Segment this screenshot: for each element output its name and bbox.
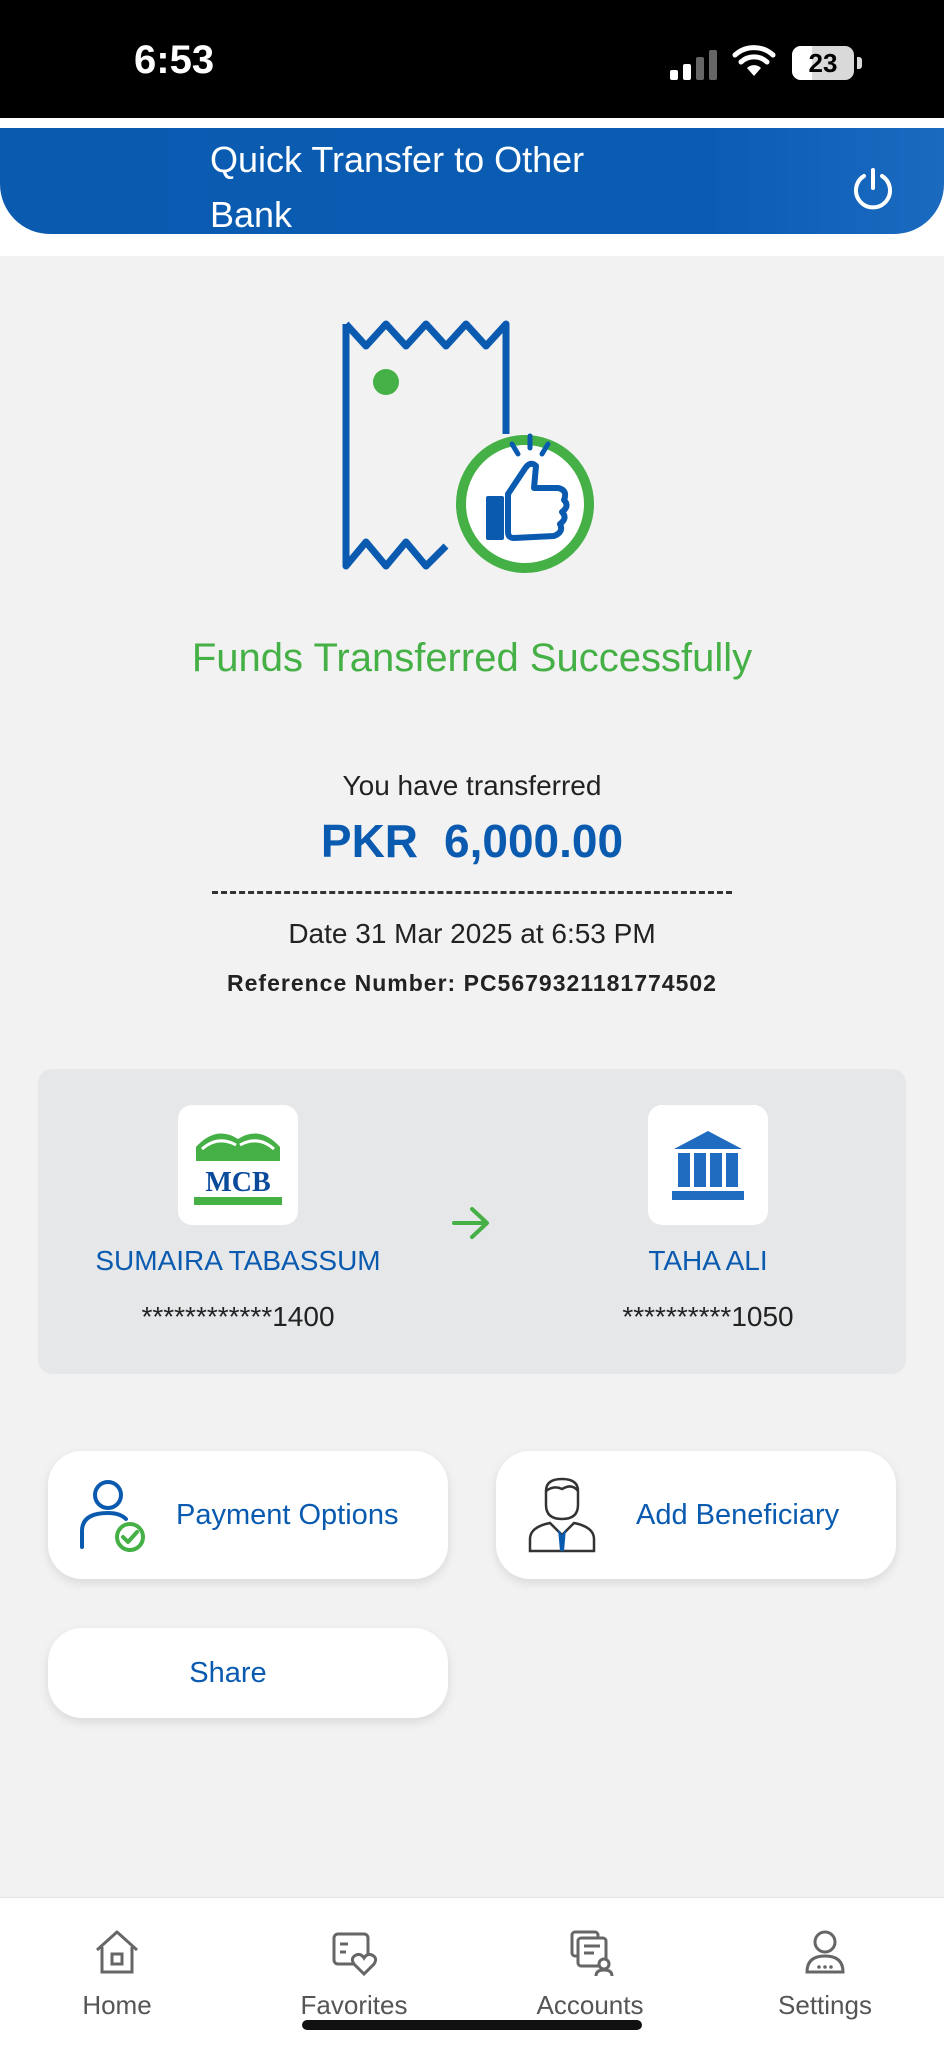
svg-text:MCB: MCB [205, 1167, 270, 1198]
amount-currency: PKR [320, 815, 419, 867]
reference-number: Reference Number: PC5679321181774502 [227, 970, 717, 996]
divider [212, 891, 732, 894]
sender-info: MCB SUMAIRA TABASSUM ************1400 [68, 1105, 408, 1333]
home-indicator [302, 2020, 642, 2030]
beneficiary-account: **********1050 [622, 1301, 794, 1332]
beneficiary-info: TAHA ALI **********1050 [538, 1105, 878, 1333]
nav-accounts-label: Accounts [536, 1990, 644, 2020]
transfer-date: Date 31 Mar 2025 at 6:53 PM [288, 918, 656, 949]
settings-person-icon [805, 1930, 845, 1974]
payment-options-label: Payment Options [176, 1499, 399, 1531]
sender-account: ************1400 [141, 1301, 335, 1332]
add-beneficiary-label: Add Beneficiary [636, 1499, 840, 1531]
app-header: Quick Transfer to Other Bank [0, 128, 944, 235]
payment-options-button[interactable]: Payment Options [48, 1451, 448, 1579]
nav-settings[interactable]: Settings [735, 1926, 915, 2021]
favorites-icon [332, 1932, 378, 1977]
share-label: Share [189, 1657, 267, 1689]
beneficiary-bank-logo [648, 1105, 768, 1225]
nav-settings-label: Settings [778, 1990, 872, 2020]
amount-value: 6,000.00 [444, 815, 624, 867]
share-button[interactable]: Share [48, 1628, 448, 1718]
success-title: Funds Transferred Successfully [191, 636, 753, 680]
page-title: Quick Transfer to Other Bank [210, 139, 585, 235]
transfer-amount: PKR 6,000.00 [0, 814, 944, 868]
arrow-right-icon [452, 1207, 489, 1239]
user-check-icon [80, 1480, 145, 1552]
bank-building-icon [672, 1131, 744, 1200]
nav-favorites-label: Favorites [300, 1990, 408, 2020]
mcb-logo-icon: MCB [194, 1133, 282, 1205]
power-icon[interactable] [850, 166, 896, 212]
status-bar: 6:53 23 [0, 0, 944, 118]
status-time: 6:53 [134, 38, 215, 82]
nav-accounts[interactable]: Accounts [500, 1926, 680, 2021]
transfer-label: You have transferred [342, 770, 602, 801]
beneficiary-name: TAHA ALI [648, 1245, 768, 1276]
nav-favorites[interactable]: Favorites [264, 1926, 444, 2021]
add-beneficiary-button[interactable]: Add Beneficiary [496, 1451, 896, 1579]
battery-icon: 23 [792, 46, 862, 80]
home-icon [95, 1930, 139, 1974]
nav-home-label: Home [82, 1990, 152, 2020]
header-container: Quick Transfer to Other Bank [0, 118, 944, 256]
sender-name: SUMAIRA TABASSUM [95, 1245, 381, 1276]
beneficiary-person-icon [528, 1477, 596, 1553]
accounts-icon [570, 1930, 614, 1977]
wifi-icon [732, 45, 776, 76]
signal-icon [670, 50, 717, 80]
sender-bank-logo: MCB [178, 1105, 298, 1225]
receipt-success-icon [342, 320, 594, 573]
transfer-summary-card: MCB SUMAIRA TABASSUM ************1400 TA… [38, 1069, 906, 1374]
battery-level: 23 [808, 48, 838, 78]
nav-home[interactable]: Home [27, 1926, 207, 2021]
